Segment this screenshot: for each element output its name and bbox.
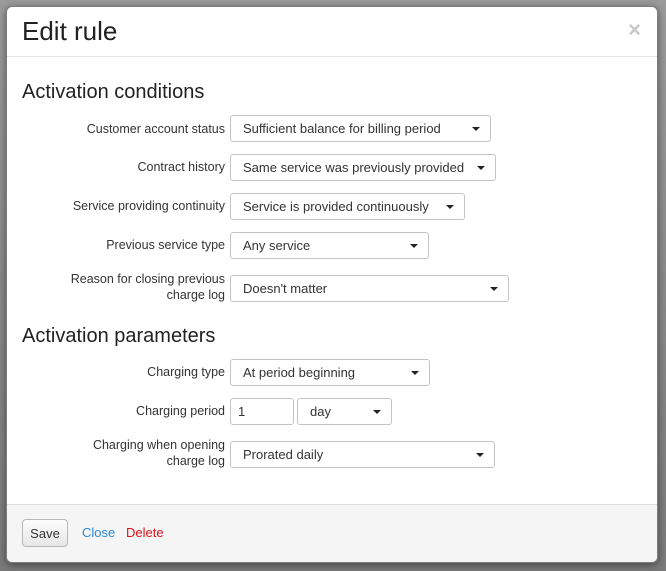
charging-period-label: Charging period <box>136 404 225 418</box>
caret-down-icon <box>477 166 485 170</box>
customer-account-status-select[interactable]: Sufficient balance for billing period <box>230 115 491 142</box>
delete-link[interactable]: Delete <box>126 525 164 540</box>
edit-rule-dialog: Edit rule × Activation conditions Custom… <box>6 6 658 563</box>
close-icon[interactable]: × <box>628 19 641 41</box>
contract-history-select[interactable]: Same service was previously provided <box>230 154 496 181</box>
service-continuity-value: Service is provided continuously <box>243 199 429 214</box>
save-button[interactable]: Save <box>22 519 68 547</box>
previous-service-type-value: Any service <box>243 238 311 253</box>
service-continuity-select[interactable]: Service is provided continuously <box>230 193 465 220</box>
charging-when-opening-select[interactable]: Prorated daily <box>230 441 495 468</box>
dialog-header: Edit rule × <box>7 7 657 57</box>
caret-down-icon <box>490 287 498 291</box>
dialog-footer: Save Close Delete <box>7 504 657 562</box>
activation-parameters-heading: Activation parameters <box>22 325 216 347</box>
charging-period-unit-value: day <box>310 404 331 419</box>
customer-account-status-value: Sufficient balance for billing period <box>243 121 441 136</box>
charging-type-select[interactable]: At period beginning <box>230 359 430 386</box>
caret-down-icon <box>472 127 480 131</box>
caret-down-icon <box>410 244 418 248</box>
reason-closing-value: Doesn't matter <box>243 281 328 296</box>
charging-type-value: At period beginning <box>243 365 356 380</box>
previous-service-type-label: Previous service type <box>106 238 225 252</box>
activation-conditions-heading: Activation conditions <box>22 81 205 103</box>
dialog-title: Edit rule <box>22 16 118 46</box>
caret-down-icon <box>373 410 381 414</box>
close-link[interactable]: Close <box>82 525 115 540</box>
caret-down-icon <box>411 371 419 375</box>
customer-account-status-label: Customer account status <box>86 122 225 136</box>
caret-down-icon <box>476 453 484 457</box>
service-continuity-label: Service providing continuity <box>72 199 225 213</box>
previous-service-type-select[interactable]: Any service <box>230 232 429 259</box>
charging-period-amount-input[interactable] <box>230 398 294 425</box>
charging-when-opening-label: Charging when opening charge log <box>92 438 225 468</box>
contract-history-label: Contract history <box>137 160 225 174</box>
charging-type-label: Charging type <box>147 365 225 379</box>
reason-closing-label: Reason for closing previous charge log <box>70 272 225 302</box>
contract-history-value: Same service was previously provided <box>243 160 465 175</box>
charging-when-opening-value: Prorated daily <box>243 447 324 462</box>
caret-down-icon <box>446 205 454 209</box>
charging-period-unit-select[interactable]: day <box>297 398 392 425</box>
reason-closing-select[interactable]: Doesn't matter <box>230 275 509 302</box>
